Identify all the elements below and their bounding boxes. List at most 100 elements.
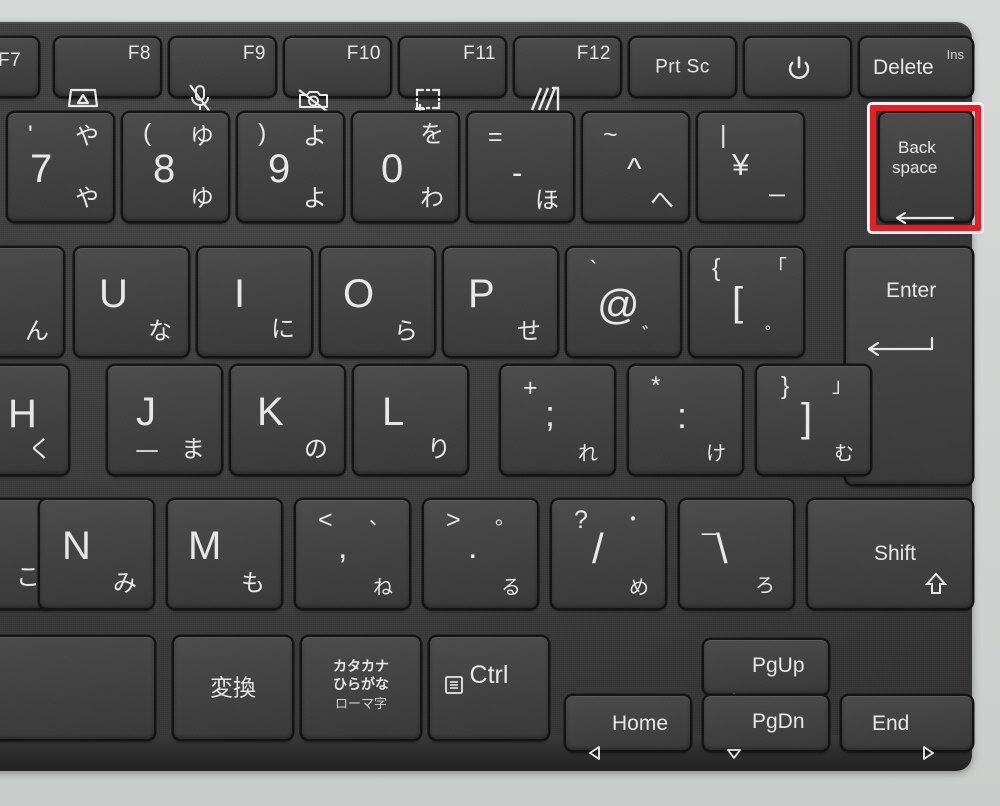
key-u-kana: な	[148, 318, 172, 345]
key-henkan[interactable]: 変換	[174, 637, 292, 739]
key-h-kana: く	[28, 436, 52, 463]
key-space[interactable]	[0, 637, 154, 739]
key-minus[interactable]: = - ほ	[468, 113, 573, 221]
key-bracket-right[interactable]: } ] 」 む	[757, 366, 870, 474]
key-9-kana-bottom: よ	[303, 185, 327, 212]
key-n-kana: み	[113, 570, 137, 597]
key-backspace[interactable]: Back space	[880, 113, 972, 225]
key-f10[interactable]: F10	[285, 38, 390, 113]
key-comma-kana-top: 、	[369, 507, 389, 529]
key-0-main: 0	[381, 147, 404, 191]
key-backslash-main: \	[716, 525, 728, 572]
key-colon-shift: *	[651, 372, 661, 400]
key-comma[interactable]: < , 、 ね	[296, 500, 409, 608]
key-slash-main: /	[592, 525, 604, 572]
key-katakana-line1: カタカナ	[333, 658, 389, 674]
key-k-kana: の	[304, 436, 328, 463]
key-delete[interactable]: Delete Ins	[860, 38, 972, 96]
key-comma-shift: <	[318, 506, 333, 534]
key-backslash[interactable]: _ \ ろ	[680, 500, 793, 608]
key-u[interactable]: U な	[75, 248, 188, 356]
key-y[interactable]: ん	[0, 248, 63, 356]
key-katakana-hiragana[interactable]: カタカナ ひらがな ローマ字	[302, 637, 420, 739]
key-slash[interactable]: ? / ・ め	[552, 500, 665, 608]
key-up-pgup[interactable]: PgUp	[704, 640, 828, 703]
key-m-kana: も	[241, 570, 265, 597]
key-p-kana: せ	[517, 318, 541, 345]
key-i[interactable]: I に	[198, 248, 311, 356]
down-triangle-icon	[726, 715, 753, 793]
key-colon-kana-bottom: け	[706, 443, 726, 465]
key-down-pgdn-label: PgDn	[752, 710, 805, 733]
key-0[interactable]: 0 を わ	[353, 113, 458, 221]
key-yen-kana-bottom: ー	[767, 186, 787, 208]
key-bracket-left[interactable]: { [ 「 ゜	[690, 248, 803, 356]
key-ctrl-right[interactable]: Ctrl	[430, 637, 548, 739]
key-comma-kana-bottom: ね	[373, 577, 393, 599]
key-u-main: U	[99, 272, 128, 316]
key-yen-shift: |	[720, 121, 727, 149]
key-0-kana-bottom: わ	[420, 185, 444, 212]
key-power[interactable]	[745, 38, 850, 96]
right-triangle-icon	[921, 713, 948, 793]
left-triangle-icon	[588, 713, 615, 793]
key-left-home-label: Home	[612, 712, 669, 735]
key-backslash-kana-bottom: ろ	[755, 575, 775, 597]
key-period-shift: >	[446, 506, 461, 534]
key-p[interactable]: P せ	[444, 248, 557, 356]
key-n[interactable]: N み	[40, 500, 153, 608]
key-l-kana: り	[427, 436, 451, 463]
power-icon	[787, 56, 809, 79]
key-shift-right-label: Shift	[873, 542, 916, 565]
key-period-kana-top: 。	[495, 507, 515, 529]
key-prtsc-label: Prt Sc	[655, 56, 710, 78]
key-colon-main: :	[677, 395, 688, 436]
key-caret[interactable]: ~ ^ へ	[583, 113, 688, 221]
key-f9[interactable]: F9	[170, 38, 275, 113]
key-i-main: I	[234, 272, 246, 316]
key-m[interactable]: M も	[168, 500, 281, 608]
key-7-main: 7	[30, 147, 53, 191]
key-minus-shift: =	[488, 123, 503, 151]
key-semicolon-main: ;	[545, 393, 556, 434]
key-f12-label: F12	[576, 43, 611, 64]
key-f7[interactable]: F7	[0, 38, 38, 96]
key-9[interactable]: ) 9 よ よ	[238, 113, 343, 221]
key-k[interactable]: K の	[231, 366, 344, 474]
key-caret-shift: ~	[603, 121, 618, 149]
key-bracket-right-main: ]	[801, 396, 813, 440]
key-y-kana: ん	[25, 318, 49, 345]
key-caret-main: ^	[627, 151, 642, 186]
key-up-pgup-label: PgUp	[752, 654, 805, 677]
key-f8[interactable]: F8	[55, 38, 160, 108]
key-7[interactable]: ' 7 や や	[8, 113, 113, 221]
key-bracket-right-shift: }	[781, 372, 790, 400]
key-shift-right[interactable]: Shift	[808, 500, 972, 608]
key-0-kana-top: を	[420, 121, 444, 148]
key-right-end[interactable]: End	[842, 696, 972, 760]
key-h[interactable]: H く	[0, 366, 68, 474]
key-8[interactable]: ( 8 ゆ ゆ	[123, 113, 228, 221]
key-left-home[interactable]: Home	[566, 696, 690, 760]
key-l[interactable]: L り	[354, 366, 467, 474]
key-minus-main: -	[512, 155, 523, 190]
key-period[interactable]: > . 。 る	[424, 500, 537, 608]
key-o[interactable]: O ら	[321, 248, 434, 356]
key-colon[interactable]: * : け	[629, 366, 742, 474]
key-delete-label: Delete	[873, 56, 934, 79]
key-at[interactable]: ` @ ゛	[567, 248, 680, 356]
key-yen[interactable]: | ¥ ー	[698, 113, 803, 221]
key-f11[interactable]: F11	[400, 38, 505, 114]
key-m-main: M	[188, 524, 222, 568]
key-f12[interactable]: F12	[515, 38, 620, 112]
key-down-pgdn[interactable]: PgDn	[704, 696, 828, 759]
key-9-shift: )	[258, 119, 267, 147]
key-semicolon-shift: +	[523, 374, 538, 402]
key-semicolon[interactable]: + ; れ	[501, 366, 614, 474]
key-minus-kana-bottom: ほ	[535, 187, 559, 214]
key-j[interactable]: J ま	[108, 366, 221, 474]
key-7-kana-bottom: や	[75, 185, 99, 212]
key-bracket-right-kana-top: 」	[832, 375, 852, 397]
key-at-kana-bottom: ゛	[642, 325, 662, 347]
key-prtsc[interactable]: Prt Sc	[630, 38, 735, 96]
